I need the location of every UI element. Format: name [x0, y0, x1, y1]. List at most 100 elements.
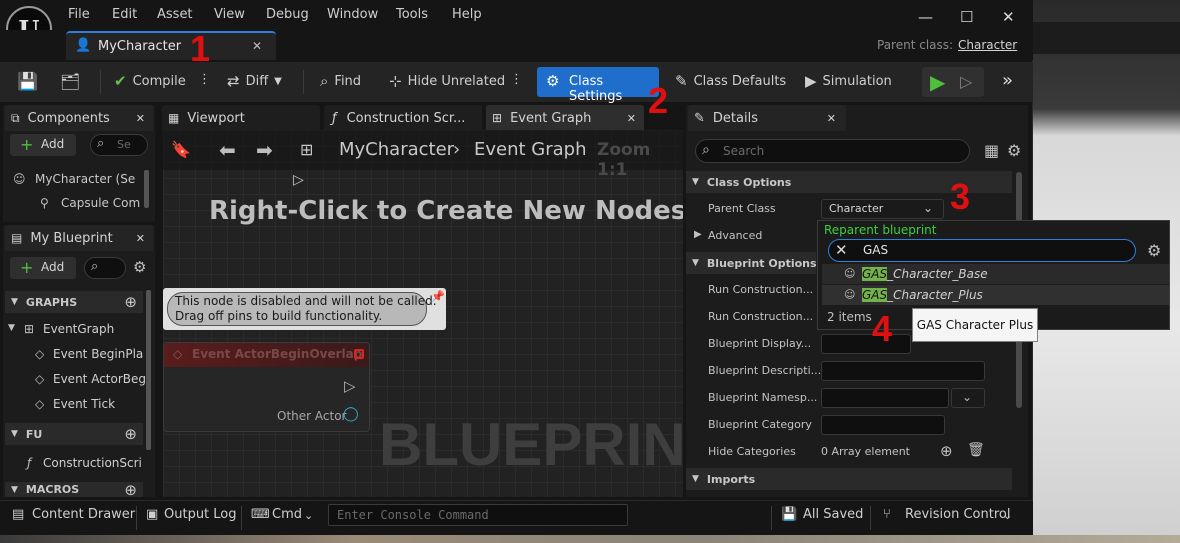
- output-log-button[interactable]: Output Log: [164, 507, 237, 522]
- object-pin-icon[interactable]: ◯: [343, 406, 359, 422]
- add-macro-icon[interactable]: ⊕: [124, 482, 137, 497]
- exec-pin-icon[interactable]: ▷: [344, 377, 356, 395]
- browse-icon[interactable]: 🗂: [60, 72, 80, 91]
- expand-icon[interactable]: ▶: [694, 229, 702, 240]
- event-node[interactable]: ◇ Event ActorBeginOverlap ▷ Other Actor …: [163, 342, 370, 432]
- table-view-icon[interactable]: ▦: [984, 141, 999, 160]
- event-item[interactable]: Event ActorBeg: [53, 372, 146, 386]
- details-search[interactable]: ⌕ Search: [695, 139, 970, 163]
- blueprint-namespace-field[interactable]: [821, 388, 949, 408]
- trash-icon[interactable]: 🗑: [967, 442, 985, 458]
- components-search[interactable]: ⌕ Se: [90, 134, 148, 156]
- macros-section[interactable]: ▼ MACROS ⊕: [5, 482, 143, 497]
- blueprint-options-section[interactable]: ▼ Blueprint Options: [686, 252, 817, 274]
- more-icon[interactable]: »: [1002, 70, 1013, 91]
- cmd-button[interactable]: Cmd: [272, 507, 302, 522]
- reparent-list-item[interactable]: ☺ GAS_Character_Base: [822, 264, 1169, 284]
- document-tab[interactable]: 👤 MyCharacter ✕: [66, 31, 276, 60]
- components-tab[interactable]: ⧉ Components ✕: [5, 105, 153, 131]
- add-element-icon[interactable]: ⊕: [940, 442, 953, 460]
- reparent-item-label: GAS_Character_Base: [862, 267, 988, 281]
- my-blueprint-search[interactable]: ⌕: [84, 257, 126, 279]
- components-scrollbar[interactable]: [144, 170, 149, 208]
- play-icon[interactable]: ▶: [930, 70, 945, 94]
- menu-view[interactable]: View: [214, 7, 245, 22]
- class-settings-button[interactable]: ⚙ Class Settings: [537, 67, 659, 104]
- functions-section[interactable]: ▼ FU ⊕: [5, 423, 143, 445]
- imports-section[interactable]: ▼ Imports: [686, 468, 1012, 490]
- delegate-pin-icon[interactable]: [354, 349, 364, 359]
- blueprint-category-field[interactable]: [821, 415, 945, 435]
- event-item[interactable]: Event Tick: [53, 397, 115, 411]
- back-arrow-icon[interactable]: ⬅: [219, 138, 236, 162]
- construction-script-item[interactable]: ConstructionScri: [43, 456, 142, 470]
- event-item[interactable]: Event BeginPla: [53, 347, 143, 361]
- all-saved-status[interactable]: All Saved: [803, 507, 863, 522]
- chevron-down-icon[interactable]: ⌄: [1003, 509, 1012, 522]
- compile-button[interactable]: ✔ Compile: [114, 72, 186, 90]
- advanced-row-label[interactable]: Advanced: [708, 229, 762, 242]
- hide-unrelated-button[interactable]: ⊹ Hide Unrelated: [389, 72, 505, 90]
- diff-button[interactable]: ⇄ Diff ▼: [227, 72, 282, 90]
- content-drawer-button[interactable]: Content Drawer: [32, 507, 135, 522]
- close-components-icon[interactable]: ✕: [136, 112, 145, 125]
- add-function-icon[interactable]: ⊕: [124, 425, 137, 443]
- my-blueprint-tab[interactable]: ▤ My Blueprint ✕: [5, 225, 153, 251]
- settings-gear-icon[interactable]: ⚙: [1147, 241, 1161, 260]
- minimize-icon[interactable]: —: [918, 8, 933, 26]
- event-graph-canvas[interactable]: 🔖 ⬅ ➡ ⊞ MyCharacter › Event Graph Zoom 1…: [163, 130, 683, 497]
- bookmark-icon[interactable]: 🔖: [171, 140, 191, 159]
- find-button[interactable]: ⌕ Find: [320, 72, 361, 90]
- details-tab[interactable]: ✎ Details ✕: [688, 105, 846, 131]
- revision-control-button[interactable]: Revision Control: [905, 507, 1010, 522]
- close-event-graph-icon[interactable]: ✕: [627, 112, 636, 125]
- settings-gear-icon[interactable]: ⚙: [133, 258, 146, 276]
- toolbar-options-icon[interactable]: ⋮: [510, 72, 523, 87]
- menu-debug[interactable]: Debug: [266, 7, 309, 22]
- namespace-picker[interactable]: ⌄: [951, 388, 985, 408]
- graphs-section[interactable]: ▼ GRAPHS ⊕: [5, 291, 143, 313]
- menu-window[interactable]: Window: [327, 7, 378, 22]
- tab-construction-script[interactable]: ƒ Construction Scr...: [324, 105, 482, 131]
- reparent-list-item[interactable]: ☺ GAS_Character_Plus: [822, 285, 1169, 305]
- close-tab-icon[interactable]: ✕: [252, 39, 262, 53]
- component-item[interactable]: MyCharacter (Se: [35, 172, 135, 186]
- settings-gear-icon[interactable]: ⚙: [1007, 141, 1021, 160]
- event-graph-item[interactable]: EventGraph: [43, 322, 114, 336]
- simulation-button[interactable]: ▶ Simulation: [805, 72, 892, 90]
- compile-options-icon[interactable]: ⋮: [198, 72, 211, 87]
- save-icon[interactable]: 💾: [17, 72, 38, 92]
- close-details-icon[interactable]: ✕: [827, 112, 836, 125]
- component-item[interactable]: Capsule Com: [61, 196, 140, 210]
- menu-edit[interactable]: Edit: [112, 7, 137, 22]
- pin-icon[interactable]: 📌: [431, 290, 445, 303]
- menu-asset[interactable]: Asset: [157, 7, 193, 22]
- tab-event-graph[interactable]: ⊞ Event Graph ✕: [486, 105, 644, 131]
- tab-viewport[interactable]: ▦ Viewport: [162, 105, 320, 131]
- my-blueprint-add-button[interactable]: + Add: [10, 257, 76, 279]
- parent-class-dropdown[interactable]: Character ⌄: [821, 199, 944, 219]
- class-defaults-button[interactable]: ✎ Class Defaults: [675, 72, 786, 90]
- play-step-icon[interactable]: ▷: [960, 72, 972, 91]
- blueprint-display-field[interactable]: [821, 334, 911, 354]
- close-my-blueprint-icon[interactable]: ✕: [136, 232, 145, 245]
- my-blueprint-scrollbar[interactable]: [146, 290, 151, 450]
- blueprint-description-field[interactable]: [821, 361, 985, 381]
- menu-file[interactable]: File: [68, 7, 90, 22]
- clear-search-icon[interactable]: ✕: [835, 241, 848, 259]
- exec-pin-icon[interactable]: ▷: [293, 172, 304, 188]
- breadcrumb-root[interactable]: MyCharacter: [339, 139, 454, 160]
- maximize-icon[interactable]: ☐: [960, 8, 973, 26]
- breadcrumb-leaf[interactable]: Event Graph: [474, 139, 587, 160]
- components-add-button[interactable]: + Add: [10, 134, 76, 156]
- console-input[interactable]: Enter Console Command: [328, 504, 628, 526]
- add-graph-icon[interactable]: ⊕: [124, 293, 137, 311]
- reparent-search-input[interactable]: ✕ GAS: [828, 239, 1136, 262]
- menu-help[interactable]: Help: [452, 7, 482, 22]
- parent-class-link[interactable]: Character: [958, 38, 1017, 52]
- status-separator: [241, 506, 242, 530]
- forward-arrow-icon[interactable]: ➡: [256, 138, 273, 162]
- close-window-icon[interactable]: ✕: [1002, 8, 1015, 26]
- menu-tools[interactable]: Tools: [396, 7, 428, 22]
- chevron-down-icon[interactable]: ⌄: [304, 509, 313, 522]
